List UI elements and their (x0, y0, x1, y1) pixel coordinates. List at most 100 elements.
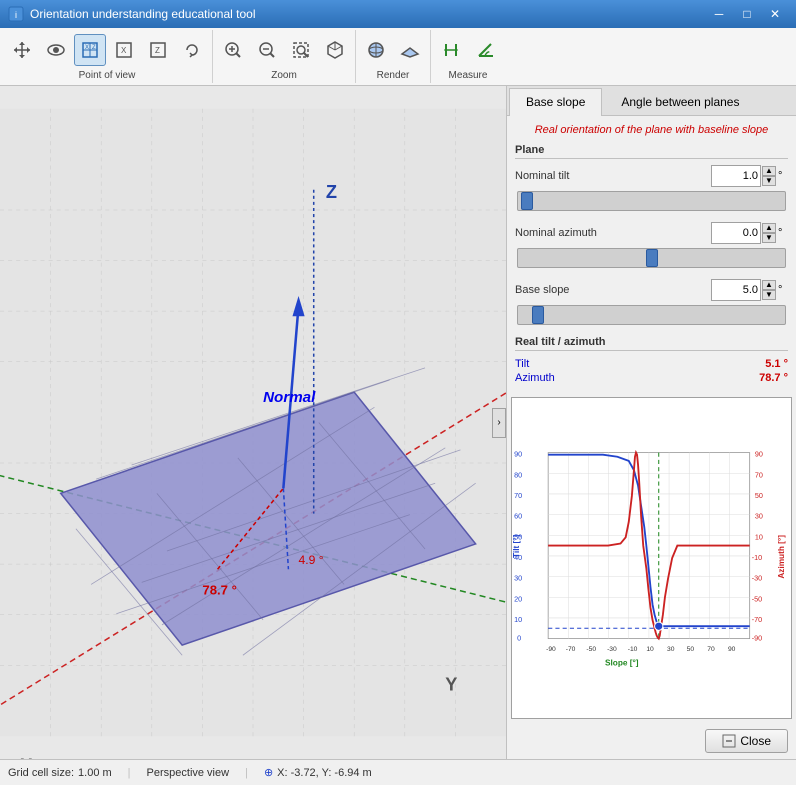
svg-text:Y: Y (445, 675, 457, 695)
nominal-azimuth-input[interactable] (711, 222, 761, 244)
tilt-value-row: Tilt 5.1 ° (515, 357, 788, 371)
nominal-tilt-slider[interactable] (517, 191, 786, 211)
grid-cell-size-value: 1.00 m (78, 767, 112, 779)
azimuth-label: Azimuth (515, 372, 555, 384)
tab-base-slope[interactable]: Base slope (509, 88, 602, 116)
window-close-button[interactable]: ✕ (762, 4, 788, 24)
measure-buttons (435, 32, 501, 68)
toolbar-zoom-out-button[interactable] (251, 34, 283, 66)
crosshair-icon: ⊕ (264, 766, 273, 779)
azimuth-value: 78.7 ° (759, 372, 788, 384)
svg-text:0: 0 (517, 634, 521, 643)
svg-text:30: 30 (755, 512, 763, 521)
svg-text:10: 10 (755, 532, 763, 541)
measure-label: Measure (449, 70, 488, 81)
svg-text:Z: Z (155, 46, 160, 55)
tab-angle-between-planes[interactable]: Angle between planes (604, 88, 756, 115)
nominal-tilt-up[interactable]: ▲ (762, 166, 776, 176)
nominal-azimuth-down[interactable]: ▼ (762, 233, 776, 243)
minimize-button[interactable]: ─ (706, 4, 732, 24)
svg-text:30: 30 (667, 646, 675, 653)
svg-text:-70: -70 (752, 615, 762, 624)
toolbar-cube-button[interactable] (319, 34, 351, 66)
viewport-expand-arrow[interactable]: › (492, 408, 506, 438)
tilt-value: 5.1 ° (765, 358, 788, 370)
toolbar-group-point-of-view: X Z X Z (2, 30, 213, 83)
nominal-azimuth-spinner: ▲ ▼ (762, 223, 776, 243)
toolbar-rotate-button[interactable] (176, 34, 208, 66)
base-slope-input[interactable] (711, 279, 761, 301)
real-tilt-section: Tilt 5.1 ° Azimuth 78.7 ° (515, 357, 788, 385)
svg-text:10: 10 (646, 646, 654, 653)
title-bar: i Orientation understanding educational … (0, 0, 796, 28)
svg-text:-70: -70 (566, 646, 576, 653)
toolbar-sphere-button[interactable] (360, 34, 392, 66)
nominal-tilt-spinner: ▲ ▼ (762, 166, 776, 186)
toolbar-front-z-button[interactable]: Z (142, 34, 174, 66)
maximize-button[interactable]: □ (734, 4, 760, 24)
base-slope-spinner: ▲ ▼ (762, 280, 776, 300)
svg-text:X: X (121, 46, 127, 55)
close-btn-row: Close (507, 723, 796, 759)
window-title: Orientation understanding educational to… (30, 7, 706, 21)
view-type-item: Perspective view (147, 767, 230, 779)
svg-text:50: 50 (755, 491, 763, 500)
status-separator-1: | (128, 767, 131, 779)
nominal-azimuth-slider[interactable] (517, 248, 786, 268)
toolbar-zoom-in-button[interactable] (217, 34, 249, 66)
real-tilt-section-header: Real tilt / azimuth (515, 336, 788, 351)
tilt-label: Tilt (515, 358, 529, 370)
nominal-tilt-slider-container (515, 191, 788, 214)
nominal-tilt-down[interactable]: ▼ (762, 176, 776, 186)
base-slope-slider[interactable] (517, 305, 786, 325)
svg-text:-10: -10 (752, 553, 762, 562)
toolbar-zoom-fit-button[interactable] (285, 34, 317, 66)
nominal-azimuth-up[interactable]: ▲ (762, 223, 776, 233)
svg-text:Z: Z (92, 45, 96, 51)
app-icon: i (8, 6, 24, 22)
nominal-tilt-input[interactable] (711, 165, 761, 187)
svg-text:-10: -10 (628, 646, 638, 653)
toolbar-front-x-button[interactable]: X (108, 34, 140, 66)
tab-bar: Base slope Angle between planes (507, 86, 796, 116)
zoom-label: Zoom (271, 70, 297, 81)
svg-text:-90: -90 (546, 646, 556, 653)
svg-text:Azimuth [°]: Azimuth [°] (777, 535, 786, 579)
svg-text:Tilt [°]: Tilt [°] (512, 534, 521, 558)
nominal-azimuth-unit: ° (778, 227, 788, 239)
svg-text:10: 10 (514, 615, 522, 624)
render-label: Render (377, 70, 410, 81)
toolbar-measure1-button[interactable] (435, 34, 467, 66)
svg-text:60: 60 (514, 512, 522, 521)
close-button-icon (722, 734, 736, 748)
nominal-azimuth-row: Nominal azimuth ▲ ▼ ° (515, 222, 788, 244)
toolbar-top-view-button[interactable]: X Z (74, 34, 106, 66)
azimuth-value-row: Azimuth 78.7 ° (515, 371, 788, 385)
toolbar-pan-button[interactable] (6, 34, 38, 66)
close-button[interactable]: Close (705, 729, 788, 753)
toolbar: X Z X Z (0, 28, 796, 86)
chart-area: 90 70 50 30 10 -10 -30 -50 -70 -90 90 80… (511, 397, 792, 719)
toolbar-plane-button[interactable] (394, 34, 426, 66)
grid-cell-size-item: Grid cell size: 1.00 m (8, 767, 112, 779)
base-slope-up[interactable]: ▲ (762, 280, 776, 290)
window-controls: ─ □ ✕ (706, 4, 788, 24)
grid-cell-size-label: Grid cell size: (8, 767, 74, 779)
toolbar-group-zoom: Zoom (213, 30, 356, 83)
base-slope-down[interactable]: ▼ (762, 290, 776, 300)
toolbar-group-render: Render (356, 30, 431, 83)
base-slope-unit: ° (778, 284, 788, 296)
status-bar: Grid cell size: 1.00 m | Perspective vie… (0, 759, 796, 785)
svg-text:-50: -50 (752, 594, 762, 603)
toolbar-eye-button[interactable] (40, 34, 72, 66)
nominal-azimuth-label: Nominal azimuth (515, 227, 711, 239)
svg-text:70: 70 (707, 646, 715, 653)
viewport[interactable]: Z Normal 4.9 ° 78.7 ° Y X › (0, 86, 506, 759)
svg-text:Z: Z (326, 182, 337, 202)
svg-text:Normal: Normal (263, 389, 316, 406)
svg-text:-50: -50 (586, 646, 596, 653)
coordinates-item: ⊕ X: -3.72, Y: -6.94 m (264, 766, 372, 779)
pov-label: Point of view (79, 70, 136, 81)
toolbar-angle-button[interactable] (469, 34, 501, 66)
svg-text:90: 90 (728, 646, 736, 653)
